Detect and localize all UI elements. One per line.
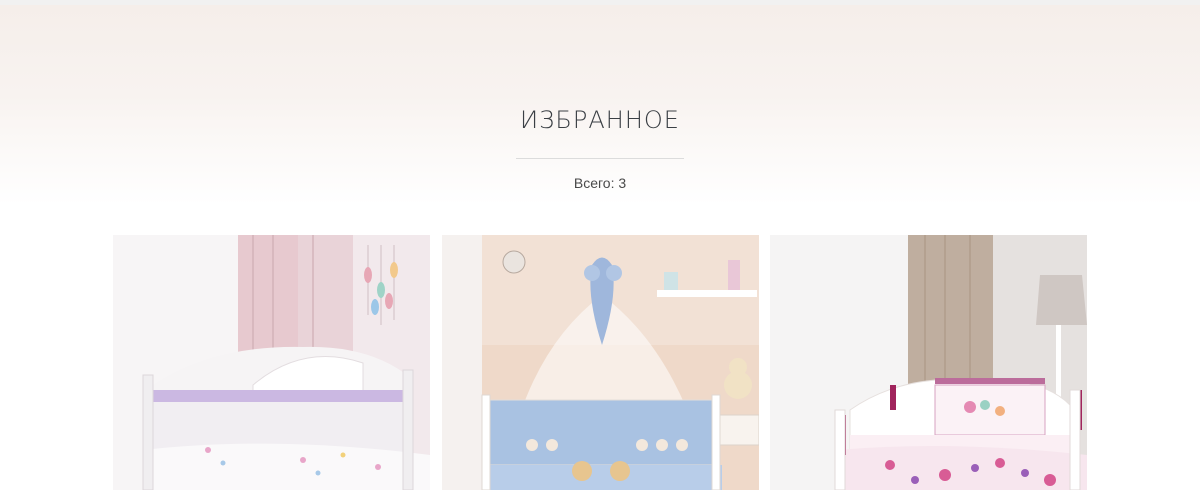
favorites-grid <box>113 235 1087 490</box>
product-image[interactable] <box>770 235 1087 490</box>
page-title: ИЗБРАННОЕ <box>520 106 680 134</box>
product-image[interactable] <box>442 235 759 490</box>
product-image[interactable] <box>113 235 430 490</box>
favorites-count: Всего: 3 <box>573 175 627 191</box>
product-card[interactable] <box>442 235 759 490</box>
product-card[interactable] <box>770 235 1087 490</box>
title-divider <box>516 158 684 159</box>
product-card[interactable] <box>113 235 430 490</box>
